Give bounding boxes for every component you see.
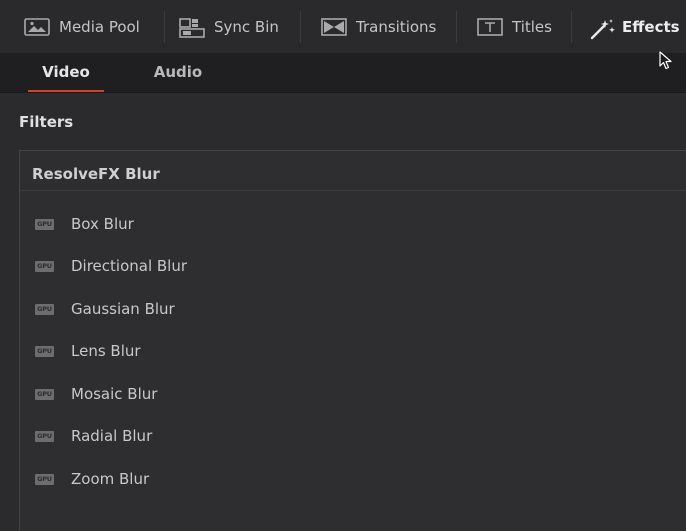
filter-item-radial-blur[interactable]: GPU Radial Blur: [20, 421, 680, 451]
group-header-divider: [20, 190, 686, 191]
filter-item-label: Directional Blur: [71, 257, 188, 275]
gpu-badge-icon: GPU: [35, 261, 54, 272]
sync-bin-icon: [179, 17, 205, 38]
filter-item-label: Zoom Blur: [71, 470, 150, 488]
sync-bin-label: Sync Bin: [214, 17, 279, 36]
tab-video-label: Video: [42, 63, 90, 81]
titles-icon: [477, 17, 503, 36]
effects-wand-icon: [590, 18, 616, 39]
media-pool-icon: [24, 17, 50, 36]
tab-audio[interactable]: Audio: [140, 53, 216, 93]
gpu-badge-icon: GPU: [35, 389, 54, 400]
effects-label: Effects: [622, 17, 680, 36]
filter-item-label: Lens Blur: [71, 342, 141, 360]
transitions-label: Transitions: [356, 17, 437, 36]
effects-tabs: Video Audio: [0, 53, 686, 93]
filter-item-label: Box Blur: [71, 215, 134, 233]
gpu-badge-icon: GPU: [35, 304, 54, 315]
titles-button[interactable]: Titles: [457, 0, 572, 53]
gpu-badge-icon: GPU: [35, 431, 54, 442]
filter-group-panel: ResolveFX Blur GPU Box Blur GPU Directio…: [19, 150, 686, 531]
gpu-badge-icon: GPU: [35, 346, 54, 357]
gpu-badge-icon: GPU: [35, 474, 54, 485]
effects-button[interactable]: Effects: [572, 0, 686, 53]
filter-item-zoom-blur[interactable]: GPU Zoom Blur: [20, 464, 680, 494]
filter-item-directional-blur[interactable]: GPU Directional Blur: [20, 251, 680, 281]
filter-item-mosaic-blur[interactable]: GPU Mosaic Blur: [20, 379, 680, 409]
sync-bin-button[interactable]: Sync Bin: [165, 0, 301, 53]
tab-video[interactable]: Video: [28, 53, 104, 93]
filter-item-lens-blur[interactable]: GPU Lens Blur: [20, 336, 680, 366]
media-pool-label: Media Pool: [59, 17, 140, 36]
gpu-badge-icon: GPU: [35, 219, 54, 230]
filters-heading: Filters: [19, 113, 74, 131]
filter-item-box-blur[interactable]: GPU Box Blur: [20, 209, 680, 239]
tabs-divider: [0, 92, 686, 93]
titles-label: Titles: [512, 17, 552, 36]
filter-item-label: Gaussian Blur: [71, 300, 175, 318]
filter-item-label: Radial Blur: [71, 427, 153, 445]
filter-item-gaussian-blur[interactable]: GPU Gaussian Blur: [20, 294, 680, 324]
filter-item-label: Mosaic Blur: [71, 385, 158, 403]
panel-toolbar: Media Pool Sync Bin Transitions Titles E…: [0, 0, 686, 54]
mouse-cursor-icon: [659, 51, 673, 75]
filter-group-title[interactable]: ResolveFX Blur: [32, 165, 160, 183]
transitions-icon: [321, 17, 347, 36]
media-pool-button[interactable]: Media Pool: [0, 0, 165, 53]
tab-audio-label: Audio: [153, 63, 203, 81]
transitions-button[interactable]: Transitions: [301, 0, 457, 53]
